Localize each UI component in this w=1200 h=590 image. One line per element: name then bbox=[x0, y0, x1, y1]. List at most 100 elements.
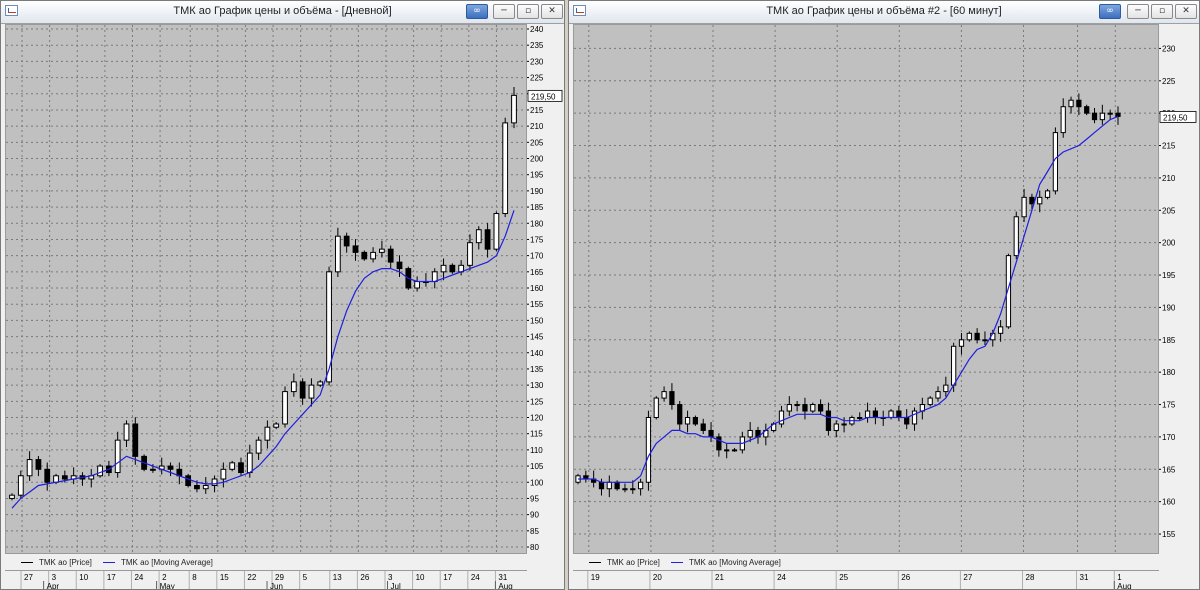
candle-body bbox=[1037, 196, 1043, 205]
candle-body bbox=[150, 468, 156, 471]
candle-body bbox=[467, 242, 473, 266]
x-day-label: 31 bbox=[498, 573, 507, 582]
candle-body bbox=[264, 426, 271, 441]
x-day-label: 5 bbox=[303, 573, 308, 582]
candle-body bbox=[778, 410, 785, 425]
candle-body bbox=[484, 229, 491, 250]
x-month-label: Apr bbox=[47, 582, 60, 590]
x-day-label: 15 bbox=[220, 573, 229, 582]
y-tick-label: 170 bbox=[1162, 433, 1176, 442]
candle-body bbox=[904, 417, 910, 425]
candle-body bbox=[927, 397, 933, 406]
x-day-label: 27 bbox=[963, 573, 972, 582]
candle-body bbox=[502, 122, 509, 215]
link-icon[interactable]: ∞ bbox=[1099, 4, 1121, 19]
candle-body bbox=[132, 423, 139, 457]
candle-body bbox=[794, 404, 800, 407]
candle-body bbox=[387, 248, 394, 263]
legend-moving-average: TMK ao [Moving Average] bbox=[671, 558, 781, 567]
hourly-price-chart[interactable] bbox=[574, 25, 1158, 553]
candle-body bbox=[229, 462, 236, 470]
y-tick-label: 175 bbox=[1162, 401, 1176, 410]
y-tick-label: 185 bbox=[530, 203, 544, 212]
y-tick-label: 110 bbox=[530, 446, 543, 455]
candle-body bbox=[708, 429, 714, 438]
x-day-label: 2 bbox=[162, 573, 167, 582]
candle-body bbox=[1013, 216, 1019, 257]
y-tick-label: 195 bbox=[530, 171, 544, 180]
daily-chart-window[interactable]: ТМК ао График цены и объёма - [Дневной] … bbox=[0, 0, 565, 590]
legend-price: TMK ao [Price] bbox=[589, 558, 660, 567]
candle-body bbox=[951, 345, 957, 386]
close-button[interactable]: ✕ bbox=[541, 4, 563, 19]
candle-body bbox=[246, 452, 253, 474]
legend-price: TMK ao [Price] bbox=[21, 558, 92, 567]
candle-body bbox=[299, 381, 306, 399]
candle-body bbox=[1091, 112, 1098, 121]
y-tick-label: 190 bbox=[1162, 303, 1176, 312]
candle-body bbox=[786, 404, 792, 412]
candle-body bbox=[966, 332, 972, 341]
candle-body bbox=[810, 404, 816, 412]
close-button[interactable]: ✕ bbox=[1175, 4, 1197, 19]
x-day-label: 26 bbox=[360, 573, 369, 582]
candle-body bbox=[185, 475, 192, 486]
candle-body bbox=[431, 271, 438, 283]
minimize-button[interactable]: ─ bbox=[493, 4, 515, 19]
x-day-label: 17 bbox=[443, 573, 452, 582]
candle-body bbox=[97, 465, 103, 477]
candle-body bbox=[622, 488, 628, 491]
candle-body bbox=[857, 417, 863, 419]
y-tick-label: 175 bbox=[530, 235, 544, 244]
candle-body bbox=[273, 423, 280, 428]
candle-body bbox=[61, 475, 68, 480]
x-day-label: 24 bbox=[471, 573, 480, 582]
candle-body bbox=[896, 410, 902, 418]
y-tick-label: 215 bbox=[1162, 142, 1176, 151]
candle-body bbox=[888, 410, 894, 418]
y-tick-label: 200 bbox=[1162, 239, 1176, 248]
y-tick-label: 190 bbox=[530, 187, 544, 196]
hourly-chart-window[interactable]: ТМК ао График цены и объёма #2 - [60 мин… bbox=[568, 0, 1200, 590]
x-day-label: 17 bbox=[107, 573, 116, 582]
y-tick-label: 145 bbox=[530, 333, 544, 342]
candle-body bbox=[282, 391, 288, 425]
price-chart-area[interactable] bbox=[573, 24, 1159, 554]
x-month-label: Aug bbox=[498, 582, 512, 590]
daily-price-chart[interactable] bbox=[6, 25, 526, 553]
candle-body bbox=[414, 281, 421, 289]
x-day-label: 31 bbox=[1080, 573, 1089, 582]
price-chart-area[interactable] bbox=[5, 24, 527, 554]
window-titlebar[interactable]: ТМК ао График цены и объёма #2 - [60 мин… bbox=[569, 1, 1199, 24]
y-tick-label: 225 bbox=[1162, 77, 1176, 86]
y-tick-label: 240 bbox=[530, 25, 544, 34]
x-month-label: May bbox=[160, 582, 175, 590]
restore-button[interactable]: ▫ bbox=[1151, 4, 1173, 19]
x-month-label: Aug bbox=[1117, 582, 1131, 590]
minimize-button[interactable]: ─ bbox=[1127, 4, 1149, 19]
y-tick-label: 120 bbox=[530, 414, 544, 423]
window-titlebar[interactable]: ТМК ао График цены и объёма - [Дневной] … bbox=[1, 1, 564, 24]
y-tick-label: 235 bbox=[530, 41, 544, 50]
candle-body bbox=[661, 391, 667, 399]
x-day-label: 22 bbox=[247, 573, 256, 582]
candle-body bbox=[238, 462, 244, 474]
candle-body bbox=[982, 339, 988, 342]
candle-body bbox=[440, 264, 447, 273]
x-day-label: 21 bbox=[715, 573, 724, 582]
candle-body bbox=[833, 423, 839, 431]
x-day-label: 24 bbox=[134, 573, 143, 582]
candle-body bbox=[493, 213, 500, 250]
link-icon[interactable]: ∞ bbox=[466, 4, 488, 19]
candle-body bbox=[716, 436, 722, 451]
candle-body bbox=[202, 484, 209, 490]
y-tick-label: 165 bbox=[530, 268, 544, 277]
candle-body bbox=[802, 404, 808, 412]
candle-body bbox=[864, 410, 871, 418]
candle-body bbox=[731, 449, 738, 452]
restore-button[interactable]: ▫ bbox=[517, 4, 539, 19]
candle-body bbox=[724, 449, 730, 452]
candle-body bbox=[44, 468, 51, 483]
y-tick-label: 210 bbox=[530, 122, 544, 131]
candle-body bbox=[379, 248, 385, 253]
